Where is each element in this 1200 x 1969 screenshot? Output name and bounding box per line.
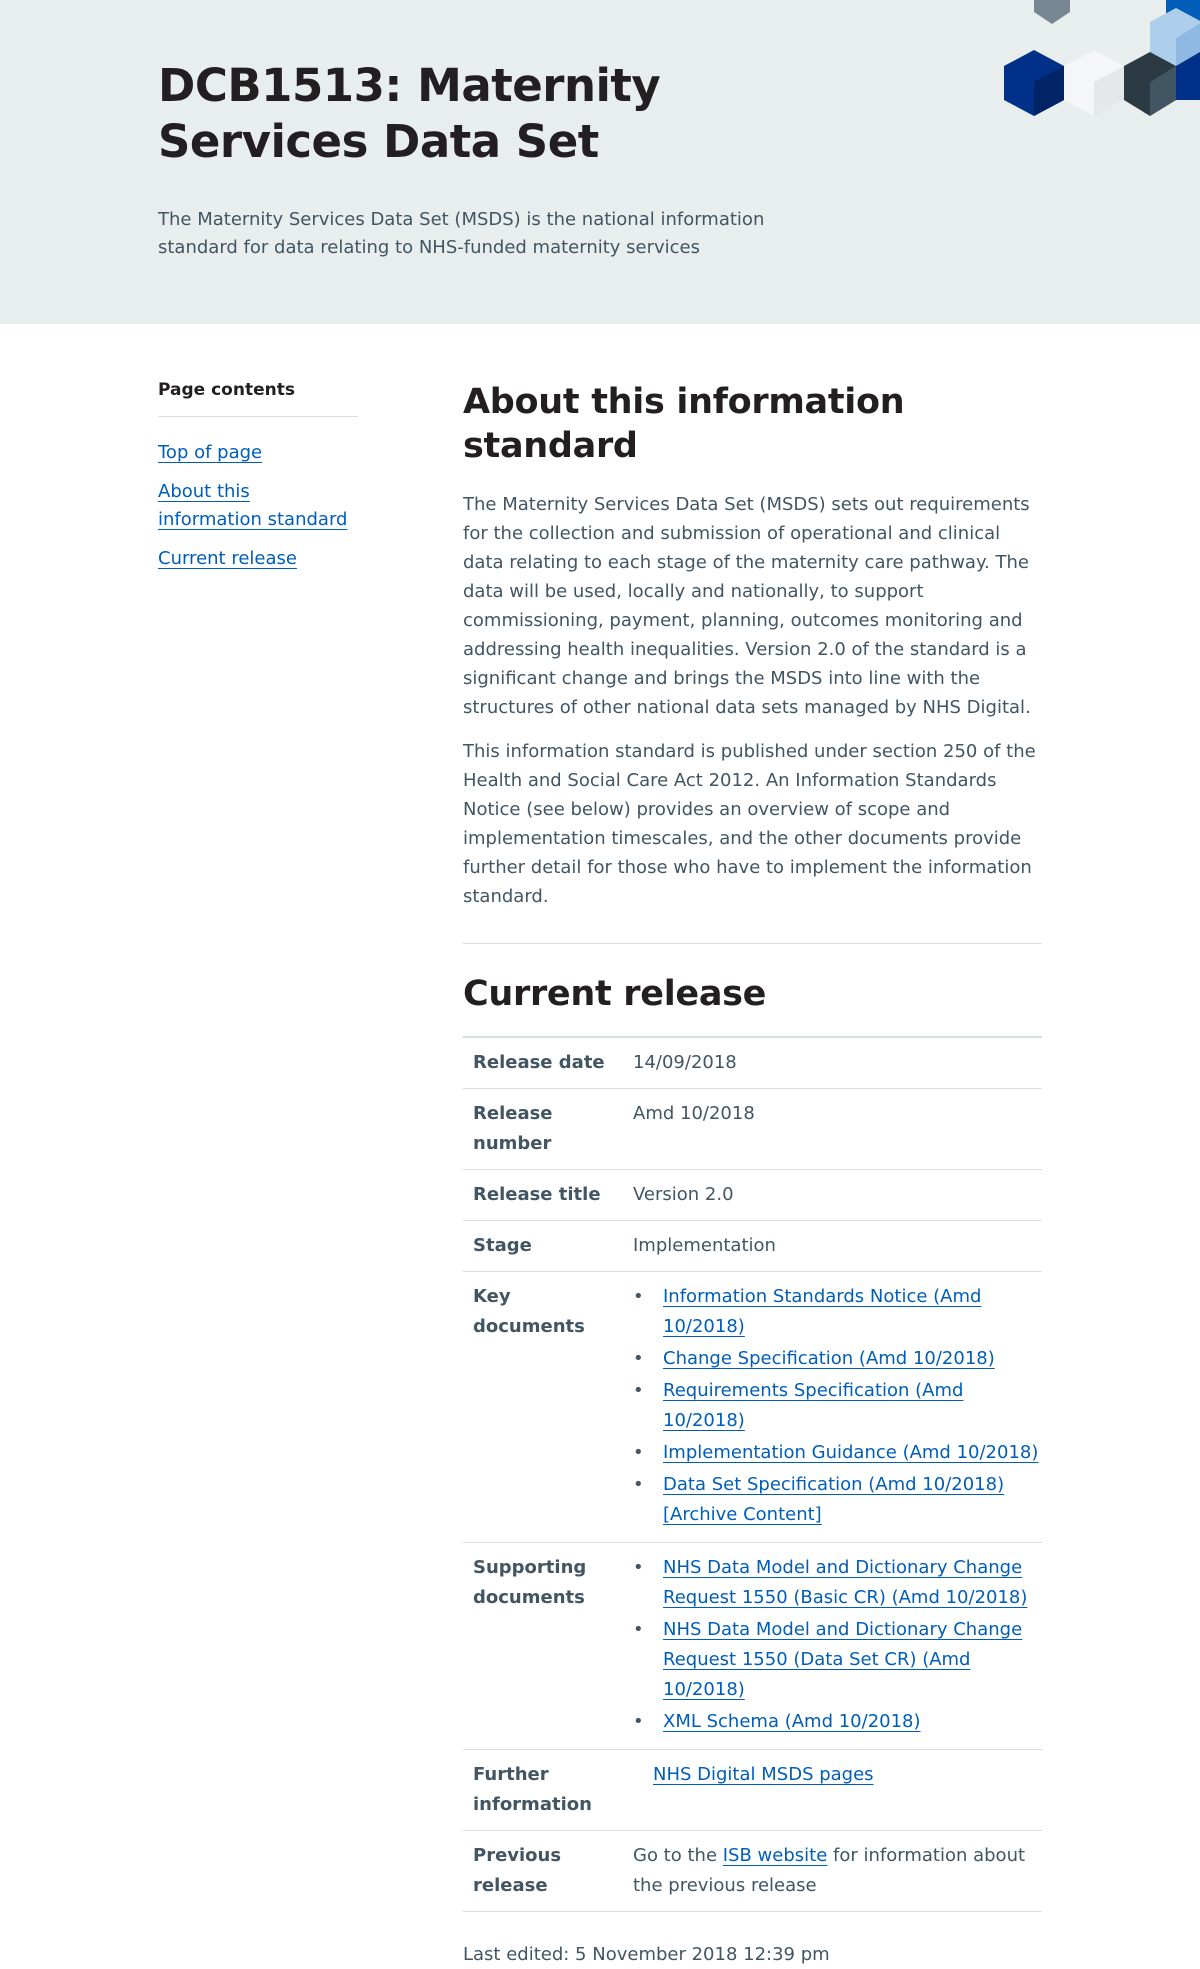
- table-row: Previous release Go to the ISB website f…: [463, 1830, 1042, 1912]
- table-row: Supporting documents NHS Data Model and …: [463, 1542, 1042, 1750]
- page-contents-item: Current release: [158, 545, 358, 573]
- last-edited: Last edited: 5 November 2018 12:39 pm: [463, 1944, 830, 1965]
- supporting-documents-cell: NHS Data Model and Dictionary Change Req…: [623, 1542, 1042, 1750]
- table-row: Release date 14/09/2018: [463, 1037, 1042, 1089]
- supporting-document-link[interactable]: NHS Data Model and Dictionary Change Req…: [663, 1619, 1022, 1700]
- page-title: DCB1513: Maternity Services Data Set: [158, 59, 661, 168]
- page-contents-list: Top of page About this information stand…: [158, 439, 358, 573]
- key-document-link[interactable]: Data Set Specification (Amd 10/2018) [Ar…: [663, 1474, 1004, 1525]
- key-documents-cell: Information Standards Notice (Amd 10/201…: [623, 1271, 1042, 1543]
- previous-release-cell: Go to the ISB website for information ab…: [623, 1830, 1042, 1912]
- further-information-cell: NHS Digital MSDS pages: [623, 1749, 1042, 1831]
- list-item: NHS Data Model and Dictionary Change Req…: [633, 1615, 1042, 1705]
- about-paragraph-2: This information standard is published u…: [463, 741, 1036, 907]
- table-row: Release number Amd 10/2018: [463, 1088, 1042, 1170]
- key-documents-label: Key documents: [463, 1271, 623, 1543]
- toc-link-current-release[interactable]: Current release: [158, 548, 297, 569]
- release-date-label: Release date: [463, 1037, 623, 1089]
- list-item: Requirements Specification (Amd 10/2018): [633, 1376, 1042, 1436]
- current-release-heading: Current release: [463, 974, 767, 1014]
- table-row: Stage Implementation: [463, 1220, 1042, 1272]
- release-number-label: Release number: [463, 1088, 623, 1170]
- page-contents-item: Top of page: [158, 439, 358, 467]
- about-paragraph-1: The Maternity Services Data Set (MSDS) s…: [463, 494, 1031, 718]
- key-document-link[interactable]: Change Specification (Amd 10/2018): [663, 1348, 995, 1369]
- release-number-value: Amd 10/2018: [623, 1088, 1042, 1170]
- previous-release-text-before: Go to the: [633, 1845, 723, 1866]
- isb-website-link[interactable]: ISB website: [723, 1845, 828, 1866]
- nhs-digital-msds-link[interactable]: NHS Digital MSDS pages: [653, 1764, 874, 1785]
- table-row: Release title Version 2.0: [463, 1169, 1042, 1221]
- toc-link-about[interactable]: About this information standard: [158, 481, 347, 530]
- supporting-documents-list: NHS Data Model and Dictionary Change Req…: [633, 1553, 1042, 1737]
- page-contents-item: About this information standard: [158, 478, 358, 534]
- list-item: XML Schema (Amd 10/2018): [633, 1707, 1042, 1737]
- toc-link-top-of-page[interactable]: Top of page: [158, 442, 262, 463]
- list-item: Change Specification (Amd 10/2018): [633, 1344, 1042, 1374]
- release-date-value: 14/09/2018: [623, 1037, 1042, 1089]
- key-document-link[interactable]: Implementation Guidance (Amd 10/2018): [663, 1442, 1038, 1463]
- page-contents-heading: Page contents: [158, 380, 358, 417]
- key-document-link[interactable]: Information Standards Notice (Amd 10/201…: [663, 1286, 981, 1337]
- about-heading: About this information standard: [463, 382, 905, 466]
- table-row: Key documents Information Standards Noti…: [463, 1271, 1042, 1543]
- main-content: About this information standard The Mate…: [463, 380, 1042, 1969]
- section-divider: [463, 943, 1042, 944]
- list-item: Data Set Specification (Amd 10/2018) [Ar…: [633, 1470, 1042, 1530]
- supporting-document-link[interactable]: NHS Data Model and Dictionary Change Req…: [663, 1557, 1027, 1608]
- further-information-wrapper: NHS Digital MSDS pages: [633, 1760, 874, 1790]
- stage-label: Stage: [463, 1220, 623, 1272]
- previous-release-label: Previous release: [463, 1830, 623, 1912]
- decorative-cubes-graphic: [1004, 0, 1200, 116]
- page-contents-nav: Page contents Top of page About this inf…: [158, 380, 358, 584]
- table-row: Further information NHS Digital MSDS pag…: [463, 1749, 1042, 1831]
- supporting-documents-label: Supporting documents: [463, 1542, 623, 1750]
- key-document-link[interactable]: Requirements Specification (Amd 10/2018): [663, 1380, 963, 1431]
- key-documents-list: Information Standards Notice (Amd 10/201…: [633, 1282, 1042, 1530]
- release-title-value: Version 2.0: [623, 1169, 1042, 1221]
- release-title-label: Release title: [463, 1169, 623, 1221]
- list-item: Information Standards Notice (Amd 10/201…: [633, 1282, 1042, 1342]
- page-header: DCB1513: Maternity Services Data Set The…: [0, 0, 1200, 324]
- further-information-label: Further information: [463, 1749, 623, 1831]
- list-item: Implementation Guidance (Amd 10/2018): [633, 1438, 1042, 1468]
- list-item: NHS Data Model and Dictionary Change Req…: [633, 1553, 1042, 1613]
- page-lede: The Maternity Services Data Set (MSDS) i…: [158, 209, 765, 258]
- release-table: Release date 14/09/2018 Release number A…: [463, 1036, 1042, 1912]
- supporting-document-link[interactable]: XML Schema (Amd 10/2018): [663, 1711, 921, 1732]
- stage-value: Implementation: [623, 1220, 1042, 1272]
